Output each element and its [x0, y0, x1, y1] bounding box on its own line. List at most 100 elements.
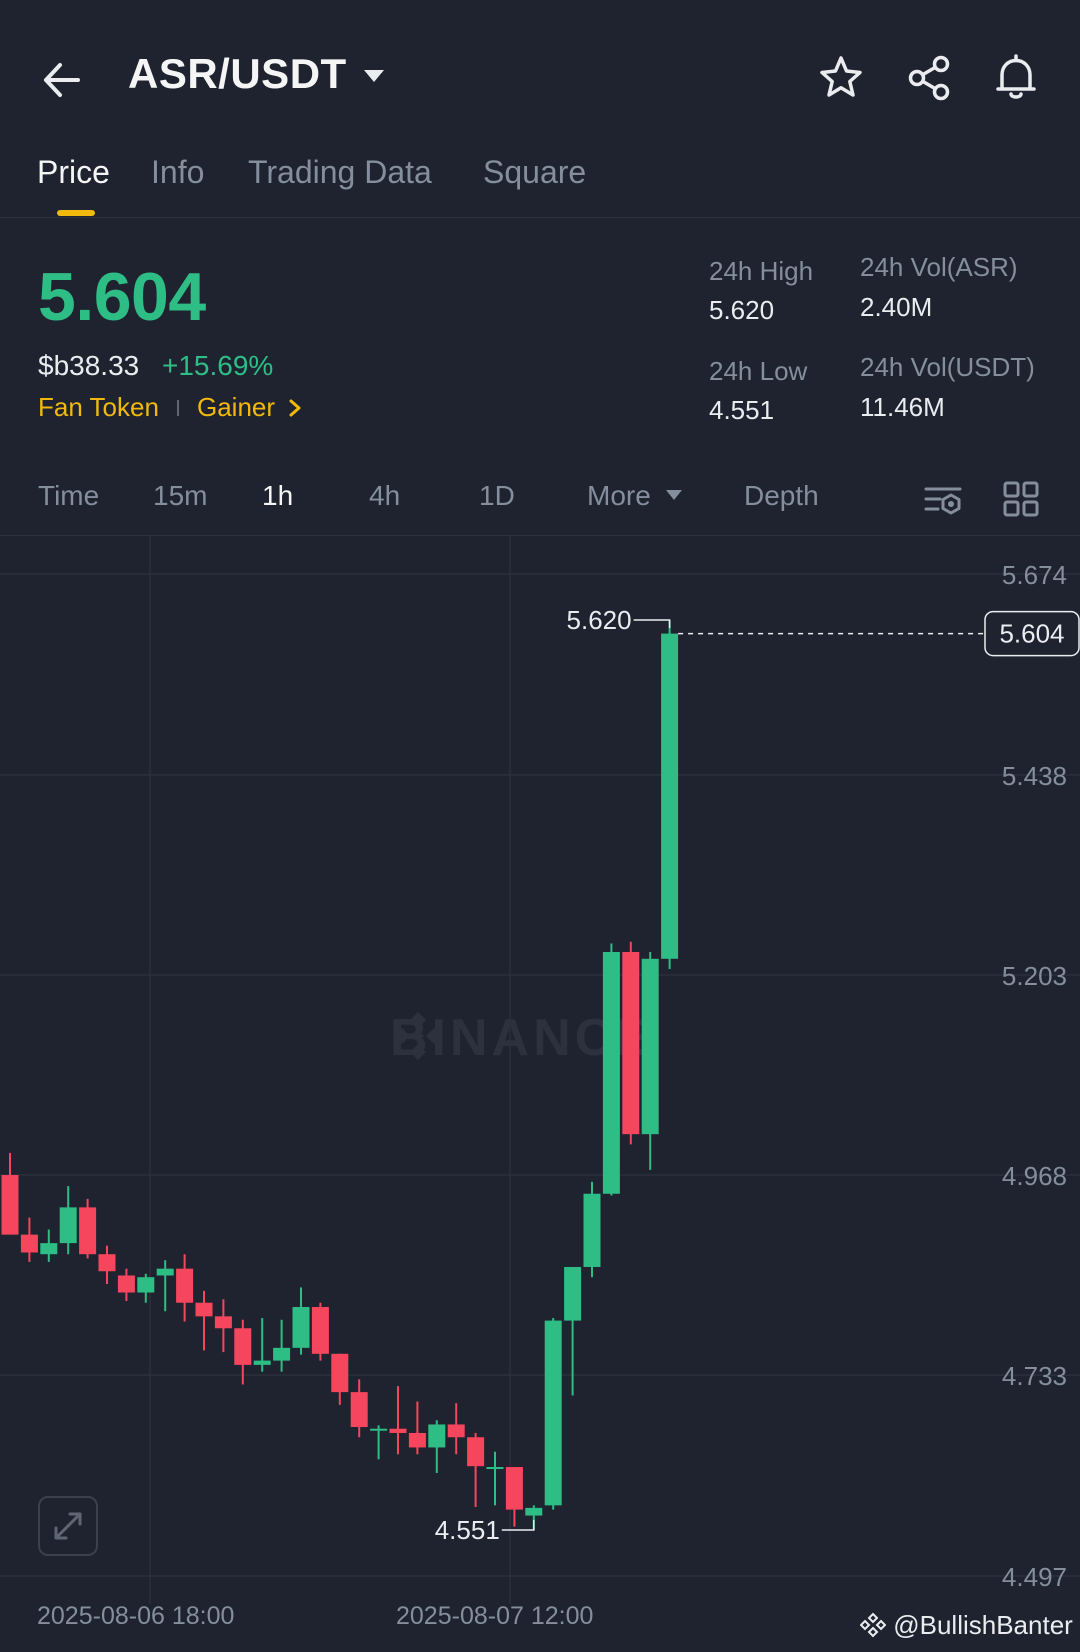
- candle-body: [447, 1424, 465, 1438]
- low-marker-label: 4.551: [435, 1515, 500, 1545]
- interval-depth[interactable]: Depth: [744, 480, 819, 512]
- candle-body: [117, 1275, 135, 1293]
- candle-body: [214, 1316, 232, 1329]
- last-price-tag-label: 5.604: [999, 619, 1064, 649]
- interval-more[interactable]: More: [587, 480, 683, 512]
- share-icon: [908, 55, 950, 101]
- high-marker-label: 5.620: [567, 605, 632, 635]
- vol-quote-value: 11.46M: [860, 392, 945, 422]
- app-header: ASR/USDT: [0, 0, 1080, 150]
- tab-info[interactable]: Info: [151, 154, 204, 191]
- interval-more-label: More: [587, 480, 651, 511]
- active-tab-indicator: [57, 210, 95, 216]
- favorite-button[interactable]: [815, 52, 867, 104]
- y-tick-label: 4.968: [1002, 1161, 1067, 1191]
- interval-toolbar: Time 15m 1h 4h 1D More Depth: [0, 466, 1080, 536]
- y-tick-label: 5.438: [1002, 761, 1067, 791]
- star-icon: [820, 56, 862, 97]
- tab-square[interactable]: Square: [483, 154, 586, 191]
- bell-icon: [996, 54, 1036, 99]
- candle-body: [137, 1277, 155, 1293]
- candle-body: [622, 951, 640, 1135]
- candle-body: [176, 1268, 194, 1303]
- candle-body: [602, 951, 620, 1194]
- candle-body: [1, 1175, 19, 1235]
- candle-body: [156, 1268, 174, 1276]
- candle-body: [505, 1467, 523, 1510]
- back-button[interactable]: [38, 55, 88, 105]
- candle-body: [311, 1306, 329, 1354]
- x-tick-label: 2025-08-06 18:00: [37, 1602, 235, 1630]
- pair-selector-button[interactable]: [362, 68, 386, 89]
- candle-body: [20, 1234, 38, 1253]
- tag-gainer[interactable]: Gainer: [197, 392, 302, 423]
- x-tick-label: 2025-08-07 12:00: [396, 1602, 594, 1630]
- candle-body: [486, 1467, 504, 1470]
- candle-body: [408, 1432, 426, 1448]
- grid-icon: [1003, 481, 1039, 517]
- credit-text: @BullishBanter: [893, 1610, 1073, 1640]
- interval-1h[interactable]: 1h: [262, 480, 293, 512]
- candle-body: [564, 1266, 582, 1321]
- candle-body: [350, 1392, 368, 1428]
- expand-icon: [54, 1512, 82, 1540]
- y-tick-label: 5.674: [1002, 560, 1067, 590]
- creator-credit: @BullishBanter: [859, 1610, 1073, 1641]
- tag-divider: [177, 400, 179, 416]
- candle-body: [661, 633, 679, 959]
- fullscreen-button[interactable]: [38, 1496, 98, 1556]
- interval-1d[interactable]: 1D: [479, 480, 515, 512]
- fiat-price: $b38.33: [38, 350, 140, 381]
- candle-body: [40, 1243, 58, 1255]
- vol-base-value: 2.40M: [860, 292, 933, 322]
- candle-body: [583, 1193, 601, 1267]
- tag-gainer-label: Gainer: [197, 392, 276, 422]
- candle-body: [292, 1306, 310, 1348]
- vol-quote-label: 24h Vol(USDT): [860, 352, 1035, 382]
- tag-fan-token[interactable]: Fan Token: [38, 392, 159, 423]
- binance-logo-icon: [859, 1612, 887, 1638]
- interval-time[interactable]: Time: [38, 480, 99, 512]
- back-arrow-icon: [44, 63, 80, 97]
- low-value: 4.551: [709, 395, 775, 425]
- caret-down-icon: [665, 490, 682, 500]
- y-tick-label: 4.733: [1002, 1361, 1067, 1391]
- candle-body: [641, 958, 659, 1135]
- candle-body: [544, 1320, 562, 1506]
- candle-body: [195, 1302, 213, 1317]
- candle-body: [253, 1360, 271, 1365]
- y-tick-label: 4.497: [1002, 1562, 1067, 1592]
- candle-body: [98, 1254, 116, 1272]
- candle-body: [389, 1428, 407, 1433]
- candlestick-chart[interactable]: BINANCE 5.674 5.438 5.203 4.968 4.733 4.497 5.…: [0, 536, 1080, 1604]
- candle-body: [79, 1207, 97, 1255]
- indicator-settings-button[interactable]: [924, 480, 964, 520]
- chart-settings-icon: [924, 487, 962, 515]
- caret-down-icon: [364, 70, 384, 82]
- alert-button[interactable]: [990, 52, 1042, 104]
- layout-toggle-button[interactable]: [1002, 480, 1042, 520]
- high-label: 24h High: [709, 256, 814, 286]
- share-button[interactable]: [903, 52, 955, 104]
- main-tabs: Price Info Trading Data Square: [0, 140, 1080, 218]
- pair-title[interactable]: ASR/USDT: [128, 50, 347, 98]
- vol-base-label: 24h Vol(ASR): [860, 252, 1018, 282]
- tab-trading-data[interactable]: Trading Data: [248, 154, 432, 191]
- candle-body: [234, 1328, 252, 1365]
- tab-price[interactable]: Price: [37, 154, 110, 191]
- candle-body: [331, 1353, 349, 1393]
- chart-canvas: 5.674 5.438 5.203 4.968 4.733 4.497 5.620 4.551…: [0, 536, 1080, 1604]
- candle-body: [525, 1507, 543, 1516]
- high-marker-line: [633, 619, 671, 628]
- chevron-right-icon: [289, 399, 301, 417]
- interval-15m[interactable]: 15m: [153, 480, 207, 512]
- y-tick-label: 5.203: [1002, 961, 1067, 991]
- high-value: 5.620: [709, 295, 775, 325]
- price-change-percent: +15.69%: [162, 350, 274, 381]
- interval-4h[interactable]: 4h: [369, 480, 400, 512]
- candle-body: [59, 1207, 77, 1244]
- candle-body: [273, 1347, 291, 1361]
- low-marker-line: [501, 1520, 535, 1531]
- candle-body: [428, 1424, 446, 1448]
- candle-body: [467, 1437, 485, 1467]
